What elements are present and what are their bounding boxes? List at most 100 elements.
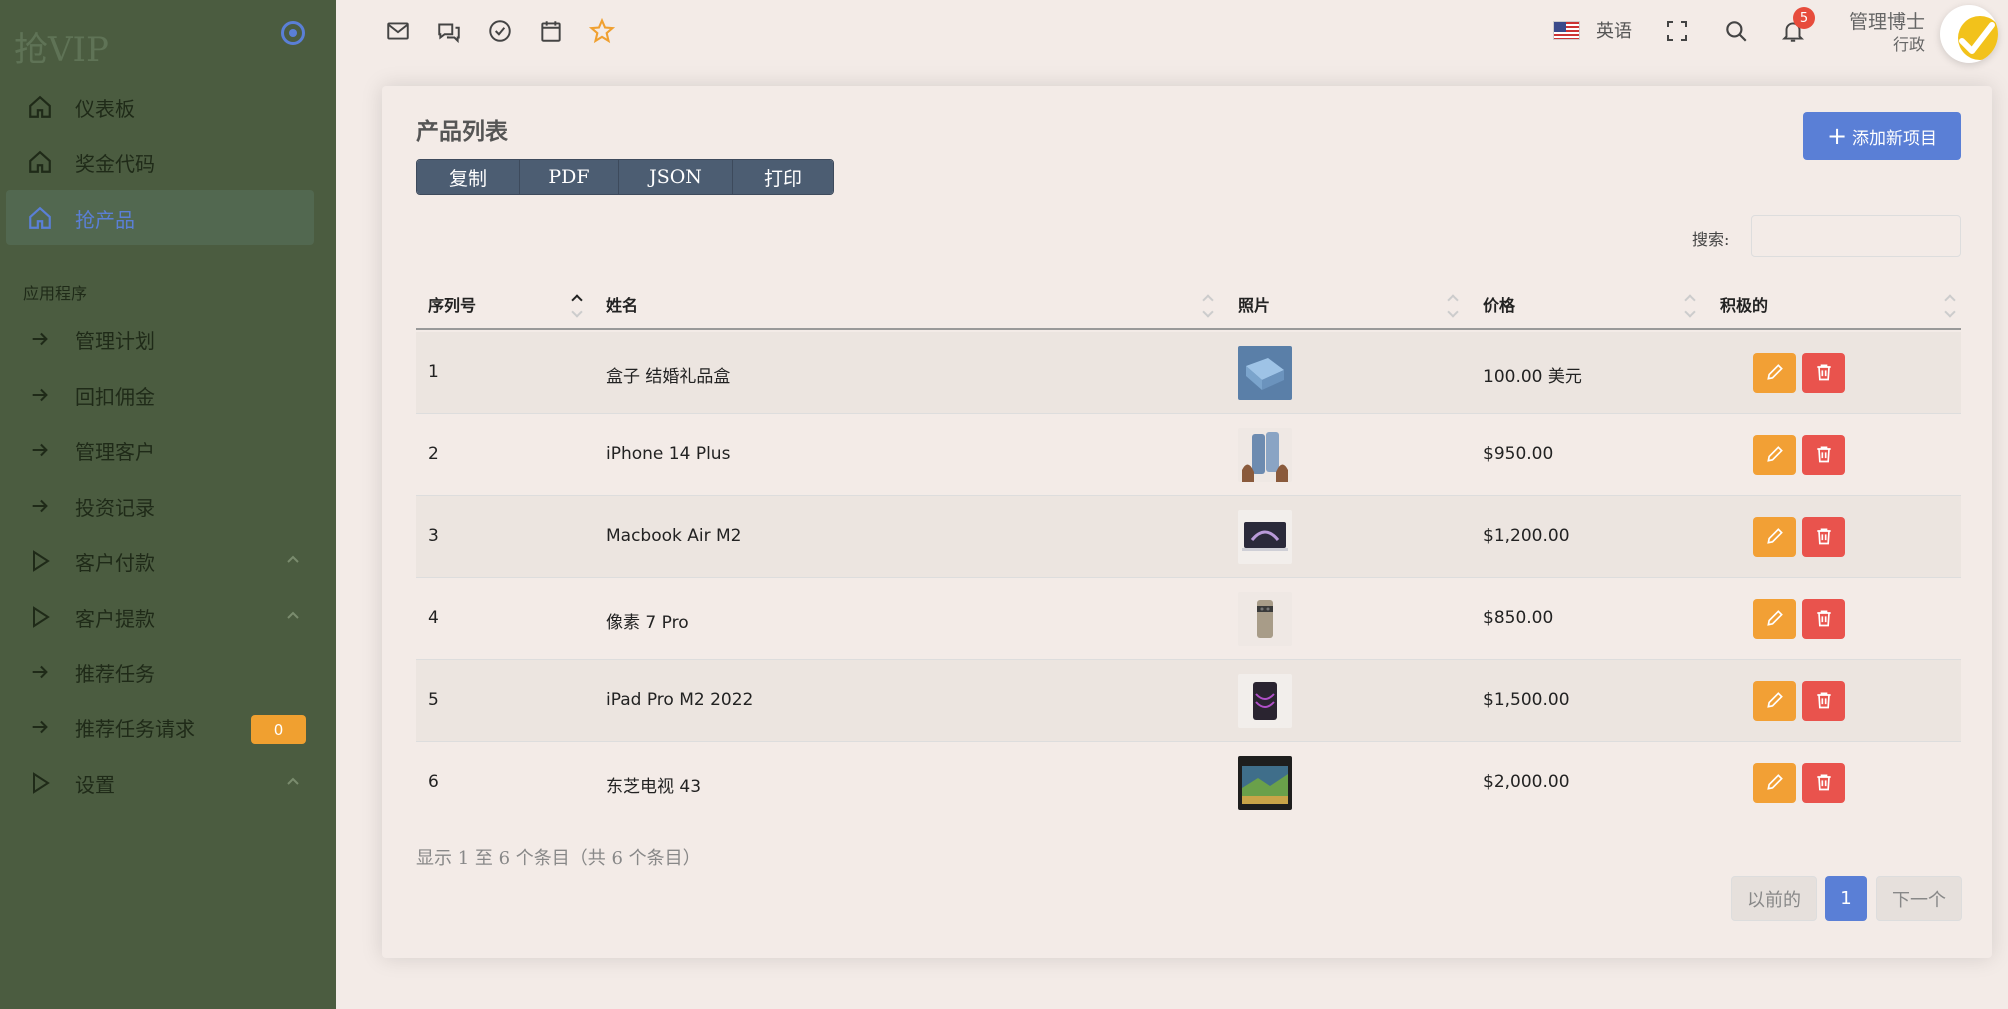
edit-button[interactable] xyxy=(1753,763,1796,803)
edit-button[interactable] xyxy=(1753,517,1796,557)
column-header-name[interactable]: 姓名 xyxy=(606,292,638,316)
mail-icon[interactable] xyxy=(384,17,412,45)
sidebar-item-referral-task-requests[interactable]: 推荐任务请求 0 xyxy=(6,699,314,754)
arrow-right-icon xyxy=(26,436,54,464)
edit-button[interactable] xyxy=(1753,435,1796,475)
product-photo xyxy=(1238,674,1292,728)
sidebar-item-settings[interactable]: 设置 xyxy=(6,755,314,810)
notification-badge: 5 xyxy=(1793,7,1815,29)
sidebar-item-label: 回扣佣金 xyxy=(75,385,155,409)
home-icon xyxy=(26,204,54,232)
sidebar-item-manage-customers[interactable]: 管理客户 xyxy=(6,422,314,477)
home-icon xyxy=(26,148,54,176)
edit-button[interactable] xyxy=(1753,681,1796,721)
pdf-button[interactable]: PDF xyxy=(520,160,619,194)
sidebar-item-investment-records[interactable]: 投资记录 xyxy=(6,478,314,533)
pagination-page-1[interactable]: 1 xyxy=(1825,876,1867,921)
search-label: 搜索: xyxy=(1692,230,1730,249)
cell-serial: 2 xyxy=(428,444,439,464)
copy-button[interactable]: 复制 xyxy=(417,160,520,194)
sidebar: 抢VIP 仪表板 奖金代码 抢产品 应用程序 管理计划 回扣佣金 管理客户 投资… xyxy=(0,0,336,1009)
pencil-icon xyxy=(1765,444,1785,467)
sort-icon[interactable] xyxy=(1202,294,1216,322)
triangle-right-icon xyxy=(26,769,54,797)
product-list-card: 产品列表 复制 PDF JSON 打印 + 添加新项目 搜索: 序列号 姓名 照… xyxy=(382,86,1992,958)
sidebar-item-label: 推荐任务 xyxy=(75,662,155,686)
table-row: 6 东芝电视 43 $2,000.00 xyxy=(416,742,1961,824)
sort-icon[interactable] xyxy=(571,294,585,322)
export-button-group: 复制 PDF JSON 打印 xyxy=(416,159,834,195)
edit-button[interactable] xyxy=(1753,599,1796,639)
sidebar-item-manage-plans[interactable]: 管理计划 xyxy=(6,311,314,366)
delete-button[interactable] xyxy=(1802,599,1845,639)
search-icon[interactable] xyxy=(1722,17,1750,45)
pencil-icon xyxy=(1765,690,1785,713)
page-title: 产品列表 xyxy=(416,118,508,145)
arrow-right-icon xyxy=(26,325,54,353)
cell-serial: 6 xyxy=(428,772,439,792)
cell-price: $1,200.00 xyxy=(1483,526,1570,546)
column-header-price[interactable]: 价格 xyxy=(1483,292,1515,316)
chat-icon[interactable] xyxy=(435,17,463,45)
sidebar-section-title: 应用程序 xyxy=(23,284,88,303)
pagination-next[interactable]: 下一个 xyxy=(1876,876,1962,921)
json-button[interactable]: JSON xyxy=(619,160,733,194)
product-photo xyxy=(1238,346,1292,400)
chevron-up-icon xyxy=(285,773,301,789)
sidebar-item-customer-payments[interactable]: 客户付款 xyxy=(6,533,314,588)
fullscreen-icon[interactable] xyxy=(1663,17,1691,45)
delete-button[interactable] xyxy=(1802,681,1845,721)
user-name[interactable]: 管理博士 xyxy=(1843,7,1925,34)
avatar[interactable] xyxy=(1940,5,1998,63)
chevron-up-icon xyxy=(285,607,301,623)
sidebar-item-grab-product[interactable]: 抢产品 xyxy=(6,190,314,245)
cell-price: 100.00 美元 xyxy=(1483,367,1582,387)
us-flag-icon[interactable] xyxy=(1553,21,1580,40)
cell-price: $1,500.00 xyxy=(1483,690,1570,710)
cell-name: 盒子 结婚礼品盒 xyxy=(606,367,731,387)
pencil-icon xyxy=(1765,772,1785,795)
delete-button[interactable] xyxy=(1802,435,1845,475)
check-circle-icon[interactable] xyxy=(486,17,514,45)
arrow-right-icon xyxy=(26,658,54,686)
sidebar-item-label: 仪表板 xyxy=(75,97,135,121)
cell-name: iPad Pro M2 2022 xyxy=(606,690,754,710)
sidebar-item-customer-withdrawals[interactable]: 客户提款 xyxy=(6,589,314,644)
column-header-active[interactable]: 积极的 xyxy=(1720,292,1768,316)
sort-icon[interactable] xyxy=(1944,294,1958,322)
sidebar-toggle-icon[interactable] xyxy=(281,21,305,45)
product-photo xyxy=(1238,592,1292,646)
star-icon[interactable] xyxy=(588,17,616,45)
sidebar-item-referral-tasks[interactable]: 推荐任务 xyxy=(6,644,314,699)
search-input[interactable] xyxy=(1751,215,1961,257)
sidebar-item-bonus-code[interactable]: 奖金代码 xyxy=(6,134,314,189)
calendar-icon[interactable] xyxy=(537,17,565,45)
sidebar-item-rebate-commission[interactable]: 回扣佣金 xyxy=(6,367,314,422)
arrow-right-icon xyxy=(26,492,54,520)
sidebar-item-label: 管理客户 xyxy=(75,440,155,464)
delete-button[interactable] xyxy=(1802,763,1845,803)
trash-icon xyxy=(1814,362,1834,385)
sort-icon[interactable] xyxy=(1684,294,1698,322)
sidebar-item-dashboard[interactable]: 仪表板 xyxy=(6,79,314,134)
home-icon xyxy=(26,93,54,121)
column-header-photo[interactable]: 照片 xyxy=(1238,292,1270,316)
sidebar-item-label: 奖金代码 xyxy=(75,152,155,176)
delete-button[interactable] xyxy=(1802,517,1845,557)
cell-name: 东芝电视 43 xyxy=(606,777,702,797)
delete-button[interactable] xyxy=(1802,353,1845,393)
print-button[interactable]: 打印 xyxy=(733,160,833,194)
trash-icon xyxy=(1814,608,1834,631)
sort-icon[interactable] xyxy=(1447,294,1461,322)
column-header-serial[interactable]: 序列号 xyxy=(428,292,476,316)
pagination-prev[interactable]: 以前的 xyxy=(1731,876,1817,921)
edit-button[interactable] xyxy=(1753,353,1796,393)
table-info: 显示 1 至 6 个条目（共 6 个条目） xyxy=(416,848,701,869)
sidebar-item-label: 推荐任务请求 xyxy=(75,717,195,741)
language-selector[interactable]: 英语 xyxy=(1596,17,1632,43)
cell-name: iPhone 14 Plus xyxy=(606,444,731,464)
pencil-icon xyxy=(1765,362,1785,385)
app-logo[interactable]: 抢VIP xyxy=(14,22,109,71)
add-new-item-button[interactable]: + 添加新项目 xyxy=(1803,112,1961,160)
sidebar-item-label: 抢产品 xyxy=(75,208,135,232)
